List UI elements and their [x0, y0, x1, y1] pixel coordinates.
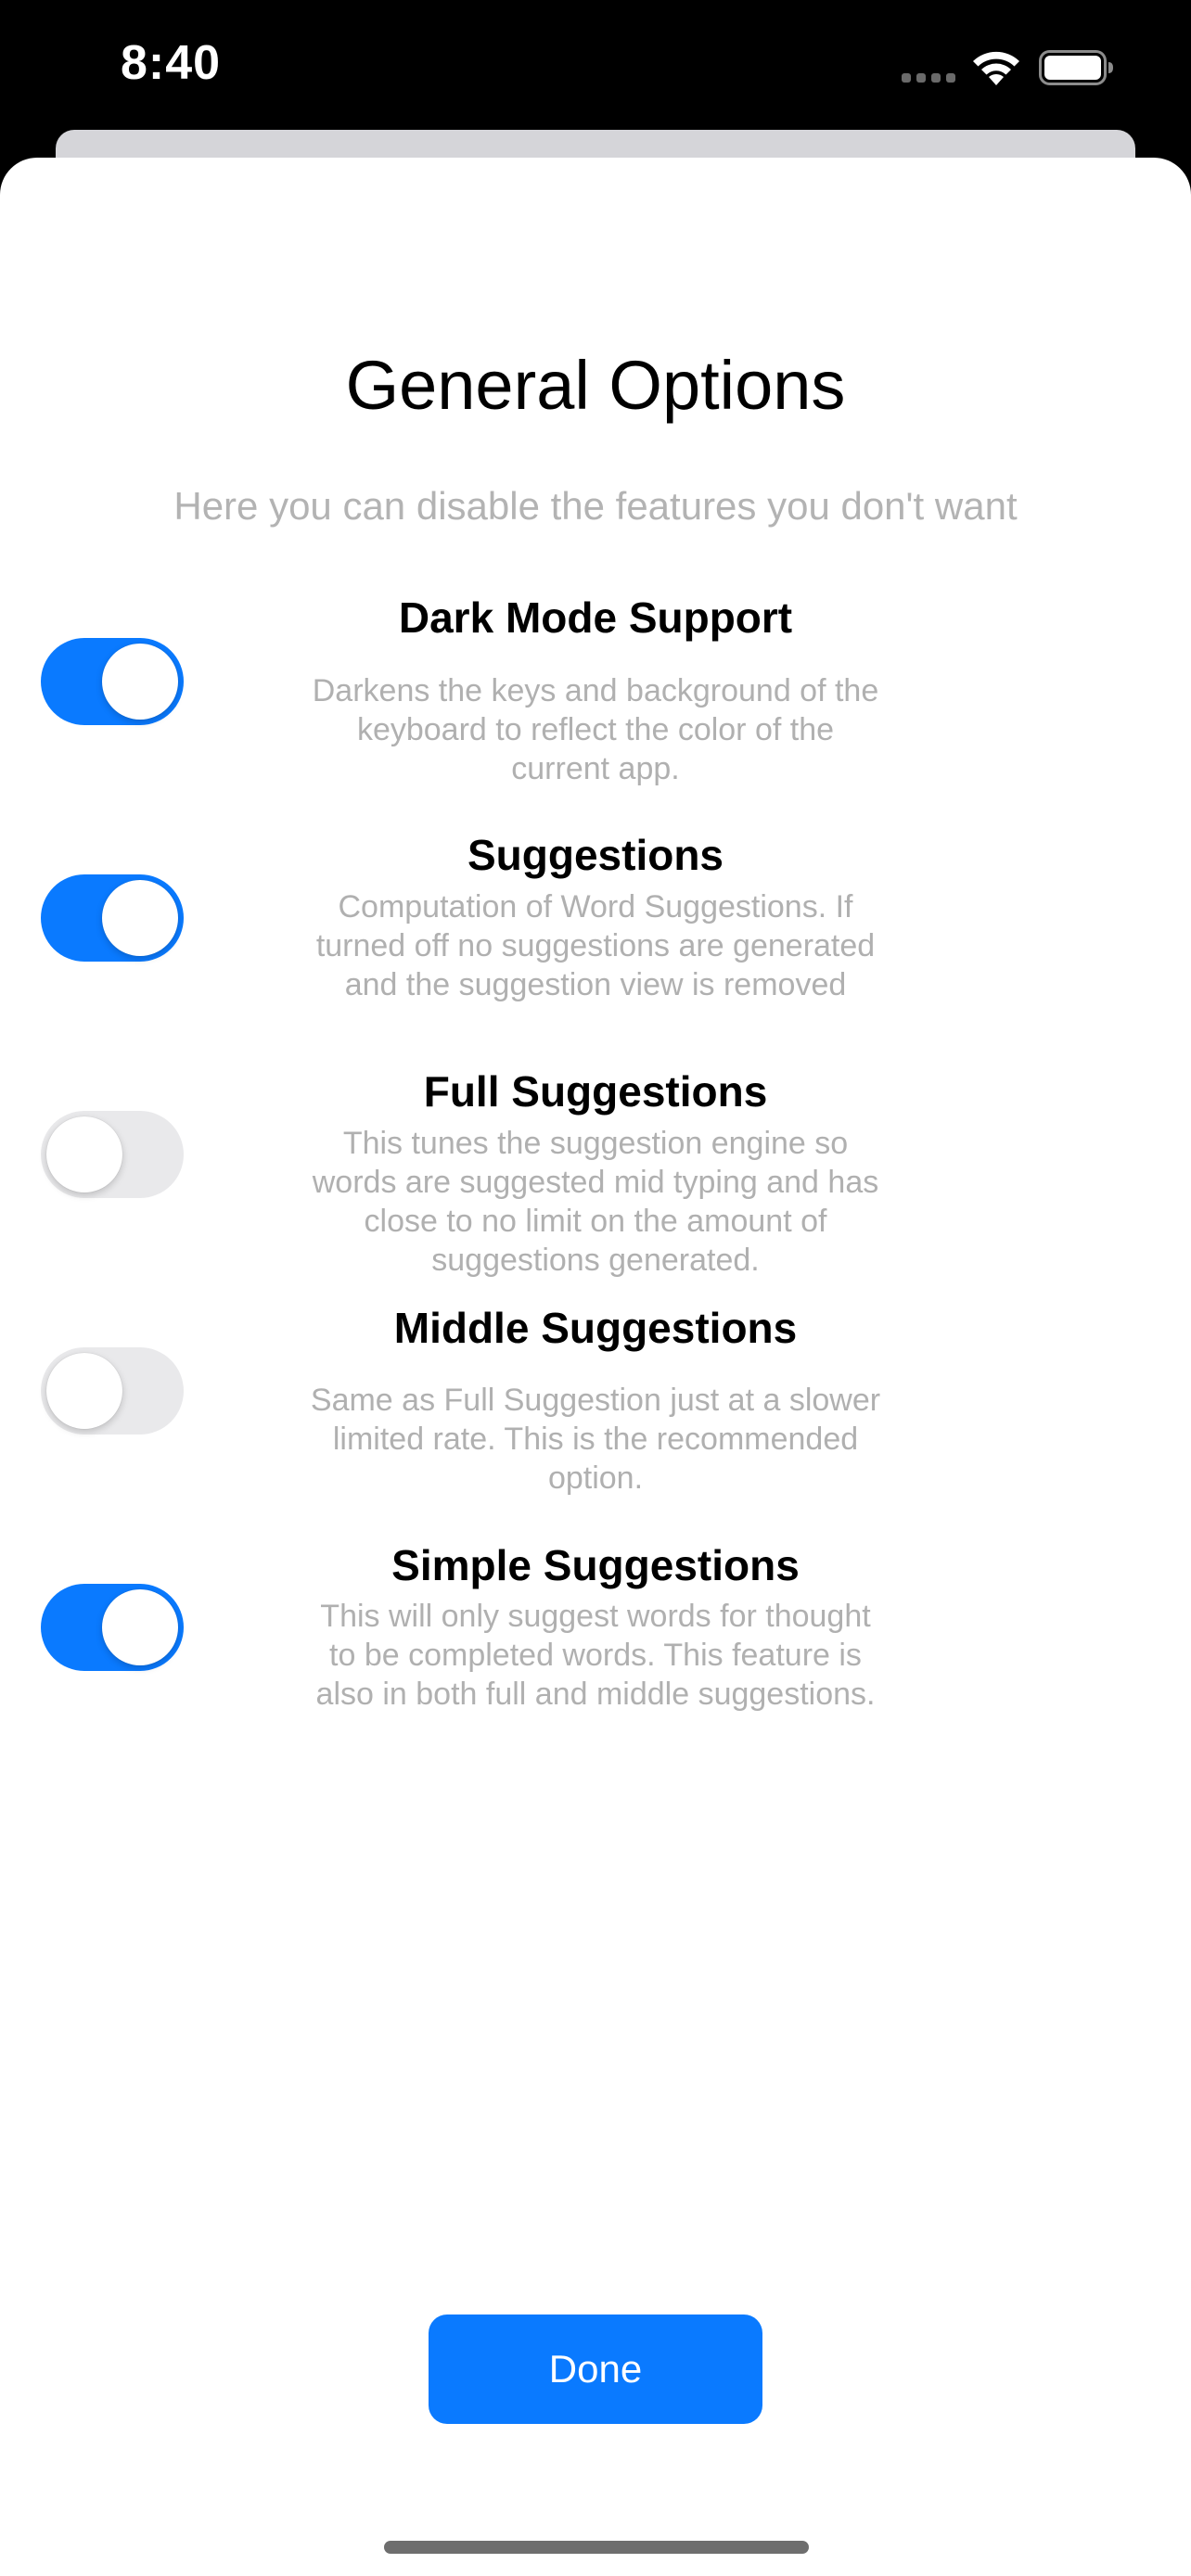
done-button[interactable]: Done	[429, 2315, 762, 2424]
status-time: 8:40	[121, 36, 222, 90]
page-title: General Options	[345, 347, 846, 424]
simple-suggestions-toggle[interactable]	[41, 1584, 184, 1671]
toggle-knob	[46, 1353, 122, 1429]
option-title: Dark Mode Support	[398, 593, 793, 642]
page-subtitle: Here you can disable the features you do…	[173, 484, 1018, 528]
toggle-knob	[102, 880, 178, 956]
option-description: This will only suggest words for thought…	[315, 1599, 876, 1712]
toggle-knob	[102, 1589, 178, 1665]
battery-icon	[1039, 50, 1113, 85]
home-indicator[interactable]	[384, 2541, 809, 2554]
toggle-knob	[102, 644, 178, 720]
option-description: Darkens the keys and background of the k…	[312, 673, 879, 786]
cellular-signal-icon	[902, 73, 955, 83]
option-title: Suggestions	[467, 831, 724, 879]
option-description: Same as Full Suggestion just at a slower…	[310, 1383, 881, 1496]
wifi-icon	[973, 51, 1019, 85]
option-title: Full Suggestions	[423, 1067, 768, 1116]
option-title: Middle Suggestions	[393, 1304, 798, 1352]
option-description: Computation of Word Suggestions. If turn…	[315, 889, 876, 1002]
suggestions-toggle[interactable]	[41, 874, 184, 962]
option-description: This tunes the suggestion engine so word…	[312, 1126, 879, 1278]
full-suggestions-toggle[interactable]	[41, 1111, 184, 1198]
middle-suggestions-toggle[interactable]	[41, 1347, 184, 1435]
status-bar: 8:40	[0, 0, 1191, 132]
option-title: Simple Suggestions	[391, 1541, 800, 1589]
toggle-knob	[46, 1116, 122, 1192]
dark-mode-toggle[interactable]	[41, 638, 184, 725]
